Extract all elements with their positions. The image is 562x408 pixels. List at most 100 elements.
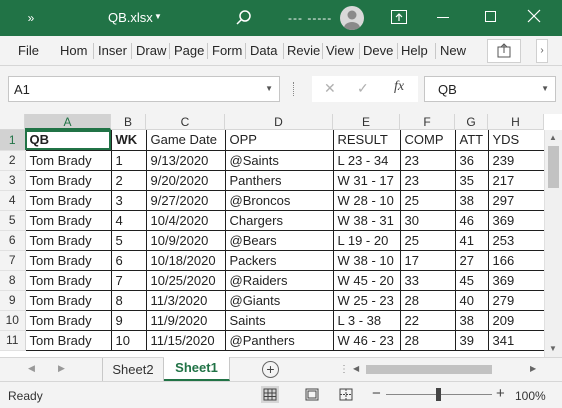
table-cell[interactable]: 6 (111, 250, 147, 271)
scroll-thumb[interactable] (548, 146, 559, 188)
table-cell[interactable]: 209 (488, 310, 545, 331)
table-cell[interactable]: 23 (400, 170, 456, 191)
maximize-icon[interactable] (485, 11, 496, 22)
tab-file[interactable]: File (18, 36, 39, 66)
table-cell[interactable]: Tom Brady (25, 230, 112, 251)
cancel-icon[interactable]: ✕ (324, 80, 336, 97)
table-cell[interactable]: 45 (455, 270, 489, 291)
tab-home[interactable]: Hom (60, 36, 90, 66)
table-cell[interactable]: 279 (488, 290, 545, 311)
table-cell[interactable]: 28 (400, 290, 456, 311)
search-icon[interactable] (234, 8, 254, 28)
column-header-h[interactable]: H (488, 114, 544, 130)
table-cell[interactable]: 4 (111, 210, 147, 231)
table-cell[interactable]: W 25 - 23 (333, 290, 401, 311)
page-layout-icon[interactable] (303, 386, 321, 403)
table-cell[interactable]: 11/3/2020 (146, 290, 226, 311)
table-cell[interactable]: W 46 - 23 (333, 330, 401, 351)
table-cell[interactable]: 10/4/2020 (146, 210, 226, 231)
table-cell[interactable]: 3 (111, 190, 147, 211)
zoom-in-button[interactable]: + (496, 385, 505, 402)
horizontal-scrollbar[interactable]: ◀ ▶ (350, 360, 544, 379)
sheet-tab-sheet2[interactable]: Sheet2 (102, 358, 164, 381)
row-header[interactable]: 9 (0, 290, 26, 311)
table-cell[interactable]: 36 (455, 150, 489, 171)
scroll-sheets-right-icon[interactable]: ▶ (58, 363, 65, 374)
tab-data[interactable]: Data (250, 36, 280, 66)
header-cell-yds[interactable]: YDS (488, 130, 545, 151)
table-cell[interactable]: Tom Brady (25, 170, 112, 191)
table-cell[interactable]: 10/25/2020 (146, 270, 226, 291)
table-cell[interactable]: Tom Brady (25, 210, 112, 231)
table-cell[interactable]: @Bears (225, 230, 334, 251)
zoom-slider-thumb[interactable] (436, 388, 441, 401)
table-cell[interactable]: Tom Brady (25, 290, 112, 311)
table-cell[interactable]: W 45 - 20 (333, 270, 401, 291)
table-cell[interactable]: 11/9/2020 (146, 310, 226, 331)
table-cell[interactable]: Saints (225, 310, 334, 331)
table-cell[interactable]: Tom Brady (25, 330, 112, 351)
formula-input[interactable]: QB ▼ (424, 76, 556, 102)
close-icon[interactable] (527, 9, 541, 23)
table-cell[interactable]: Tom Brady (25, 310, 112, 331)
table-cell[interactable]: 7 (111, 270, 147, 291)
table-cell[interactable]: 41 (455, 230, 489, 251)
table-cell[interactable]: 17 (400, 250, 456, 271)
table-cell[interactable]: 297 (488, 190, 545, 211)
name-box[interactable]: A1 ▼ (8, 76, 280, 102)
row-header[interactable]: 4 (0, 190, 26, 211)
header-cell-comp[interactable]: COMP (400, 130, 456, 151)
table-cell[interactable]: 27 (455, 250, 489, 271)
row-header[interactable]: 11 (0, 330, 26, 351)
table-cell[interactable]: Tom Brady (25, 150, 112, 171)
table-cell[interactable]: L 23 - 34 (333, 150, 401, 171)
table-cell[interactable]: 22 (400, 310, 456, 331)
column-header-f[interactable]: F (400, 114, 455, 130)
sheet-tab-sheet1[interactable]: Sheet1 (164, 357, 230, 381)
table-cell[interactable]: 5 (111, 230, 147, 251)
table-cell[interactable]: @Panthers (225, 330, 334, 351)
table-cell[interactable]: @Broncos (225, 190, 334, 211)
table-cell[interactable]: Tom Brady (25, 190, 112, 211)
header-cell-att[interactable]: ATT (455, 130, 489, 151)
row-header[interactable]: 3 (0, 170, 26, 191)
row-header[interactable]: 1 (0, 130, 26, 151)
table-cell[interactable]: 23 (400, 150, 456, 171)
function-icon[interactable]: fx (394, 79, 404, 95)
table-cell[interactable]: 38 (455, 190, 489, 211)
tab-draw[interactable]: Draw (136, 36, 167, 66)
row-header[interactable]: 10 (0, 310, 26, 331)
table-cell[interactable]: W 38 - 10 (333, 250, 401, 271)
row-header[interactable]: 8 (0, 270, 26, 291)
table-cell[interactable]: 9/20/2020 (146, 170, 226, 191)
table-cell[interactable]: L 3 - 38 (333, 310, 401, 331)
zoom-level[interactable]: 100% (515, 389, 546, 403)
dropdown-caret-icon[interactable]: ▼ (154, 12, 162, 21)
table-cell[interactable]: 341 (488, 330, 545, 351)
ribbon-toggle-icon[interactable]: » (22, 9, 40, 27)
table-cell[interactable]: 1 (111, 150, 147, 171)
column-header-d[interactable]: D (225, 114, 333, 130)
table-cell[interactable]: 39 (455, 330, 489, 351)
avatar-icon[interactable] (340, 6, 364, 30)
table-cell[interactable]: 10 (111, 330, 147, 351)
add-sheet-icon[interactable]: + (262, 361, 279, 378)
scroll-left-icon[interactable]: ◀ (353, 364, 359, 373)
formula-bar-splitter[interactable] (293, 82, 295, 96)
chevron-down-icon[interactable]: ▼ (541, 84, 549, 93)
table-cell[interactable]: 33 (400, 270, 456, 291)
table-cell[interactable]: 25 (400, 230, 456, 251)
header-cell-wk[interactable]: WK (111, 130, 147, 151)
select-all-corner[interactable] (0, 114, 25, 130)
table-cell[interactable]: 239 (488, 150, 545, 171)
tab-split-handle[interactable]: ⋮ (339, 364, 349, 375)
zoom-slider[interactable] (386, 388, 492, 401)
minimize-icon[interactable] (437, 17, 449, 18)
tab-page-layout[interactable]: Page (174, 36, 205, 66)
table-cell[interactable]: 9/27/2020 (146, 190, 226, 211)
scroll-up-icon[interactable]: ▲ (549, 133, 557, 142)
scroll-sheets-left-icon[interactable]: ◀ (28, 363, 35, 374)
tab-developer[interactable]: Deve (363, 36, 394, 66)
column-header-c[interactable]: C (146, 114, 225, 130)
table-cell[interactable]: 9/13/2020 (146, 150, 226, 171)
